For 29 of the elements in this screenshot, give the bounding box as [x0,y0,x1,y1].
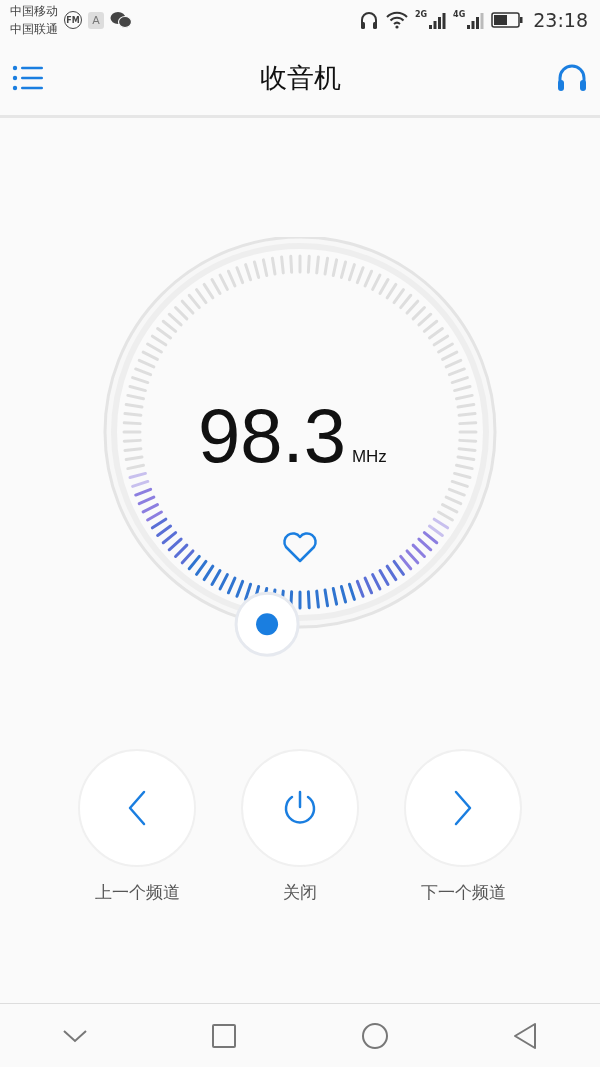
frequency-unit: MHz [351,447,387,467]
signal-icon [429,11,448,29]
headphones-icon[interactable] [556,62,588,93]
carrier-name: 中国移动 [10,3,58,20]
battery-icon [491,12,524,28]
chevron-left-icon [127,790,147,826]
screen-title: 收音机 [259,60,341,95]
back-icon[interactable] [512,1021,539,1050]
menu-icon[interactable] [12,64,44,91]
keyboard-badge: A [88,11,104,29]
wifi-icon [384,11,409,29]
power-icon [282,790,318,826]
frequency-value: 98.3 [198,392,346,479]
control-label: 关闭 [283,881,317,904]
favorite-heart-icon[interactable] [282,530,318,564]
chevron-right-icon [453,790,473,826]
chat-icon [110,11,132,29]
headphones-icon [358,10,379,30]
control-label: 上一个频道 [94,881,180,904]
network-type: 4G [453,10,466,19]
home-icon[interactable] [360,1021,389,1050]
recents-icon[interactable] [211,1022,238,1049]
clock-time: 23:18 [533,9,588,31]
control-label: 下一个频道 [420,881,506,904]
carrier-name: 中国联通 [10,21,58,38]
signal-icon [467,11,486,29]
tuning-knob[interactable] [234,591,300,657]
chevron-down-icon[interactable] [61,1028,88,1043]
network-type: 2G [414,10,428,19]
